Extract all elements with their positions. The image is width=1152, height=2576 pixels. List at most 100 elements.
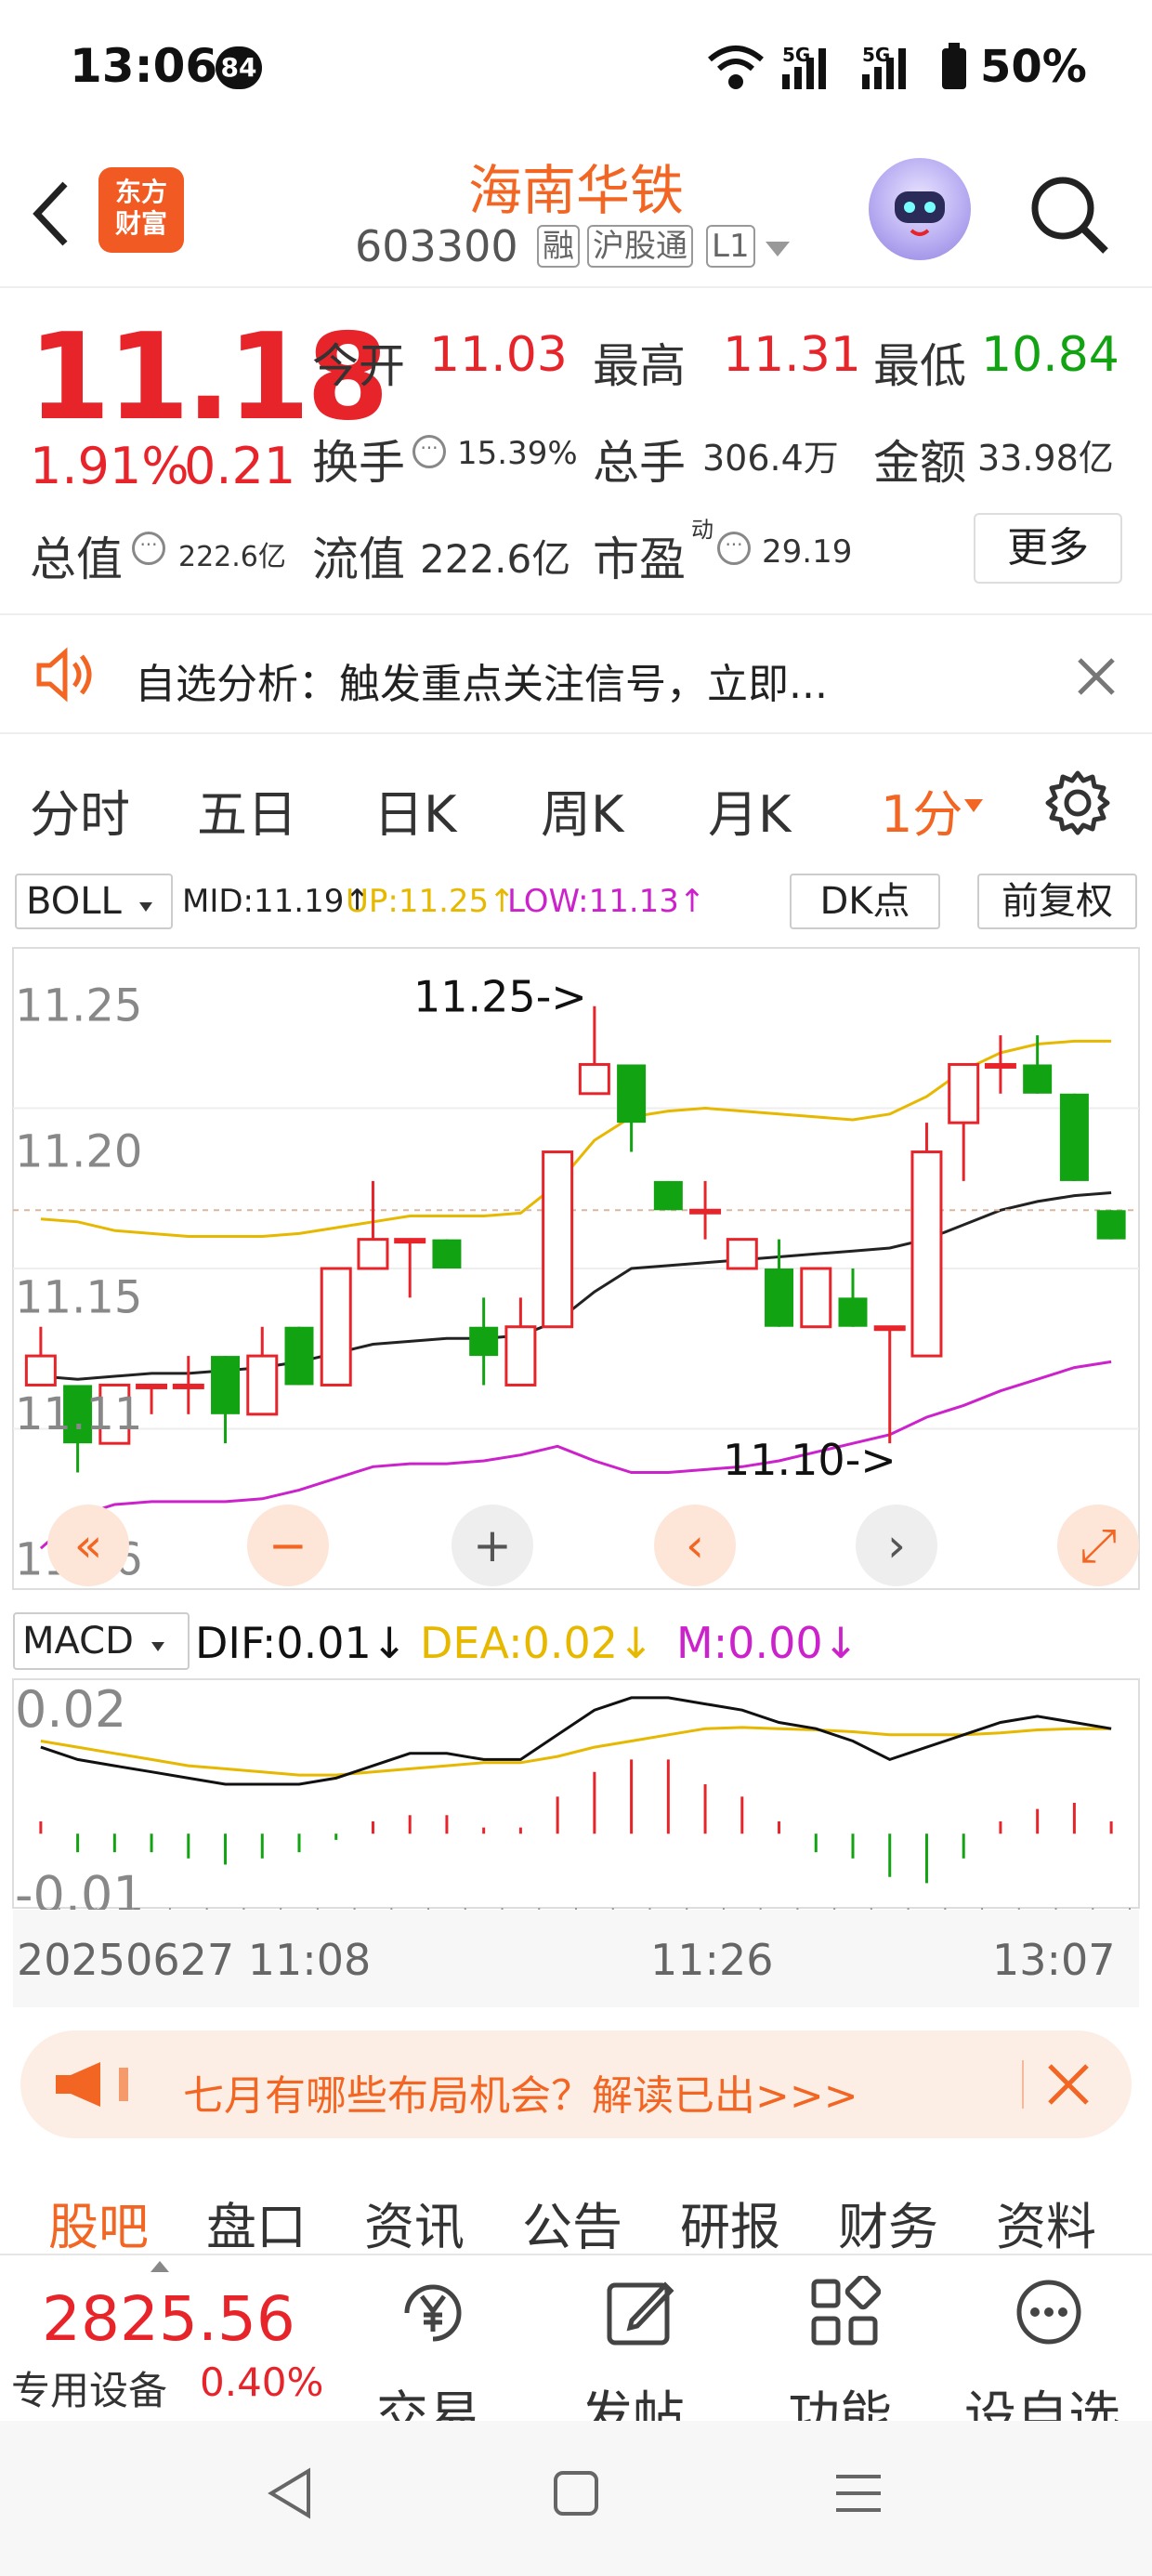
candle-body xyxy=(726,1238,758,1270)
minus-icon[interactable]: − xyxy=(247,1505,329,1586)
alert-banner[interactable]: 自选分析：触发重点关注信号，立即... xyxy=(0,613,1152,734)
macd-m: M:0.00↓ xyxy=(676,1618,859,1668)
tab-intraday[interactable]: 分时 xyxy=(30,773,130,847)
wifi-icon xyxy=(708,46,764,89)
indicator-name: BOLL xyxy=(26,880,122,923)
promo-banner[interactable]: 七月有哪些布局机会？解读已出>>> xyxy=(20,2031,1132,2138)
bottom-dock: 2825.56 专用设备 0.40% 交易 发帖 功能 设自选 xyxy=(0,2254,1152,2447)
candle-body xyxy=(873,1325,906,1332)
fullscreen-icon[interactable]: ⤢ xyxy=(1057,1505,1139,1586)
trade-yen-icon[interactable] xyxy=(394,2274,472,2352)
time-label-end: 13:07 xyxy=(992,1935,1116,1985)
scroll-right-icon[interactable]: › xyxy=(856,1505,937,1586)
tab-news[interactable]: 资讯 xyxy=(364,2186,465,2259)
low-value: 10.84 xyxy=(981,327,1119,383)
scroll-left-icon[interactable]: ‹ xyxy=(654,1505,736,1586)
candle-body xyxy=(357,1238,389,1270)
indicator-row: BOLL MID:11.19↑ UP:11.25↑ LOW:11.13↑ DK点… xyxy=(0,872,1152,933)
zoom-out-fast-icon[interactable]: « xyxy=(47,1505,129,1586)
macd-chart[interactable]: 0.02-0.0120250627 11:08 11:26 13:07 xyxy=(0,1677,1152,2012)
macd-dea: DEA:0.02↓ xyxy=(420,1618,654,1668)
megaphone-icon xyxy=(56,2062,128,2107)
boll-low-line xyxy=(39,1360,1112,1550)
candle-body xyxy=(432,1239,462,1268)
candle-body xyxy=(984,1062,1016,1069)
candlestick-chart[interactable]: 11.2511.2011.1511.1111.0611.25->11.10->«… xyxy=(0,939,1152,1608)
candle-body xyxy=(948,1062,980,1124)
tab-forum[interactable]: 股吧 xyxy=(48,2186,149,2259)
chevron-down-icon xyxy=(138,902,152,912)
tab-monthly-k[interactable]: 月K xyxy=(708,773,791,847)
info-dots-icon[interactable]: ··· xyxy=(132,532,165,565)
signal-5g-label-1: 5G xyxy=(782,44,810,66)
more-button[interactable]: 更多 xyxy=(974,513,1122,584)
tab-order-book[interactable]: 盘口 xyxy=(206,2186,307,2259)
close-icon[interactable] xyxy=(1076,656,1117,697)
speaker-icon xyxy=(36,647,92,703)
candle-body xyxy=(24,1354,57,1387)
system-nav-bar xyxy=(0,2421,1152,2576)
battery-percent: 50% xyxy=(980,41,1087,93)
status-bar: 13:06 84 5G 5G 50% xyxy=(0,0,1152,139)
candle-body xyxy=(689,1208,722,1215)
tab-five-day[interactable]: 五日 xyxy=(197,773,297,847)
tab-daily-k[interactable]: 日K xyxy=(373,773,456,847)
dropdown-caret-icon[interactable] xyxy=(764,240,792,258)
macd-indicator-select[interactable]: MACD xyxy=(13,1612,190,1670)
boll-indicator-select[interactable]: BOLL xyxy=(15,874,173,929)
high-label: 最高 xyxy=(593,339,686,393)
tab-profile[interactable]: 资料 xyxy=(996,2186,1096,2259)
amount-value: 33.98亿 xyxy=(977,438,1114,479)
macd-row: MACD DIF:0.01↓ DEA:0.02↓ M:0.00↓ xyxy=(0,1612,1152,1677)
tab-financials[interactable]: 财务 xyxy=(838,2186,938,2259)
index-value[interactable]: 2825.56 xyxy=(42,2283,295,2355)
volume-label: 总手 xyxy=(593,436,686,490)
high-annotation: 11.25-> xyxy=(413,972,587,1022)
nav-home-icon[interactable] xyxy=(552,2469,600,2517)
sector-name: 专用设备 xyxy=(11,2368,168,2413)
sector-change: 0.40% xyxy=(200,2359,324,2405)
tag-level: L1 xyxy=(706,225,755,268)
boll-up-value: UP:11.25↑ xyxy=(346,883,516,920)
dk-point-button[interactable]: DK点 xyxy=(790,874,940,929)
robot-assistant-avatar[interactable] xyxy=(869,158,971,260)
low-annotation: 11.10-> xyxy=(723,1435,897,1485)
more-dots-icon[interactable] xyxy=(1013,2276,1085,2348)
price-adjust-button[interactable]: 前复权 xyxy=(977,874,1137,929)
candle-body xyxy=(320,1267,352,1387)
chevron-up-icon[interactable] xyxy=(151,2259,169,2272)
nav-back-icon[interactable] xyxy=(266,2467,314,2519)
tab-one-minute[interactable]: 1分 xyxy=(881,773,962,847)
candle-body xyxy=(1059,1093,1089,1181)
control-glyph: « xyxy=(74,1518,103,1572)
float-cap-value: 222.6亿 xyxy=(420,536,571,582)
close-icon[interactable] xyxy=(1046,2062,1091,2107)
macd-name: MACD xyxy=(22,1620,134,1663)
quote-panel: 11.18 1.91% 0.21 今开 11.03 最高 11.31 最低 10… xyxy=(0,290,1152,606)
candle-body xyxy=(653,1180,683,1211)
y-axis-label: 11.15 xyxy=(15,1271,142,1323)
pe-label: 市盈 xyxy=(593,532,686,586)
y-axis-label: 11.25 xyxy=(15,980,142,1032)
nav-menu-icon[interactable] xyxy=(834,2471,883,2516)
tab-announcements[interactable]: 公告 xyxy=(522,2186,622,2259)
info-dots-icon[interactable]: ··· xyxy=(412,435,446,468)
tab-dropdown-icon xyxy=(964,799,983,812)
functions-grid-icon[interactable] xyxy=(808,2276,881,2348)
market-cap-value: 222.6亿 xyxy=(178,541,286,573)
alert-text: 自选分析：触发重点关注信号，立即... xyxy=(135,661,828,708)
low-label: 最低 xyxy=(873,339,966,393)
plus-icon[interactable]: + xyxy=(452,1505,533,1586)
boll-mid-line xyxy=(40,1191,1112,1381)
compose-post-icon[interactable] xyxy=(604,2276,676,2348)
search-icon[interactable] xyxy=(1022,167,1115,260)
candle-body xyxy=(617,1064,647,1124)
tab-weekly-k[interactable]: 周K xyxy=(541,773,623,847)
market-cap-label: 总值 xyxy=(30,532,123,586)
y-axis-label: 11.11 xyxy=(15,1388,142,1440)
tab-research[interactable]: 研报 xyxy=(680,2186,780,2259)
info-dots-icon[interactable]: ··· xyxy=(717,532,751,565)
signal-5g-label-2: 5G xyxy=(862,44,890,66)
pe-superscript: 动 xyxy=(691,517,713,543)
settings-gear-icon[interactable] xyxy=(1044,769,1111,836)
